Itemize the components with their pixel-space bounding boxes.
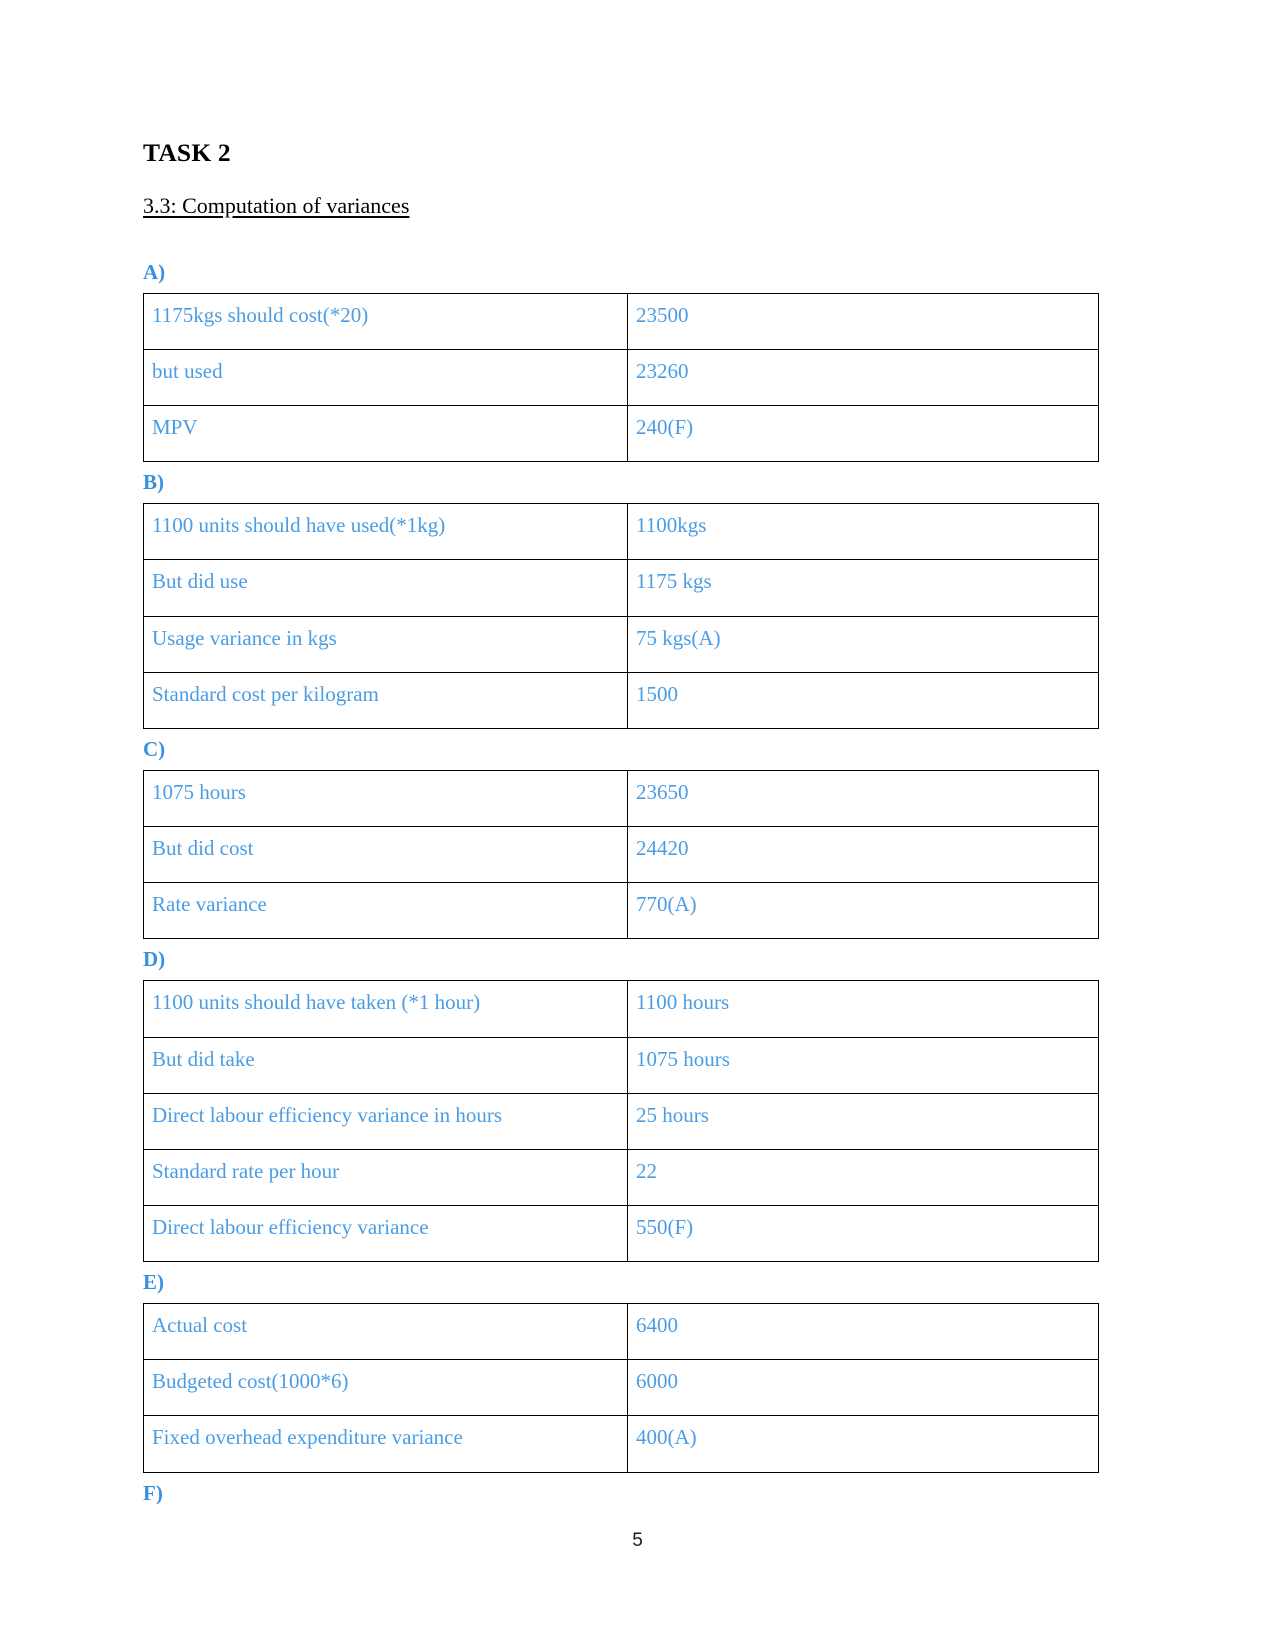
table-cell-value: 550(F) (627, 1204, 1099, 1263)
table-row: but used 23260 (143, 348, 1099, 406)
table-cell-value: 400(A) (627, 1415, 1099, 1473)
table-cell-value: 1100kgs (627, 503, 1099, 561)
table-cell-label: MPV (143, 404, 628, 463)
table-cell-value: 1075 hours (627, 1036, 1099, 1094)
variance-table: 1100 units should have used(*1kg) 1100kgs… (143, 503, 1099, 729)
table-row: 1100 units should have taken (*1 hour) 11… (143, 980, 1099, 1038)
document-page: TASK 2 3.3: Computation of variances A) 1… (0, 0, 1275, 1650)
variance-block: A) 1175kgs should cost(*20) 23500 but used 2… (143, 259, 1099, 463)
variance-table: 1175kgs should cost(*20) 23500 but used 232… (143, 292, 1099, 463)
table-cell-label: Direct labour efficiency variance (143, 1204, 628, 1263)
table-cell-value: 25 hours (627, 1092, 1099, 1150)
variance-block: D) 1100 units should have taken (*1 hour)… (143, 947, 1099, 1263)
table-row: Direct labour efficiency variance 550(F) (143, 1204, 1099, 1263)
table-cell-label: 1100 units should have taken (*1 hour) (143, 980, 628, 1038)
table-row: Fixed overhead expenditure variance 400(A… (143, 1415, 1099, 1473)
section-item-label: E) (143, 1270, 164, 1295)
table-cell-label: But did use (143, 559, 628, 617)
table-row: Standard rate per hour 22 (143, 1148, 1099, 1206)
table-cell-value: 6000 (627, 1359, 1099, 1417)
table-row: Standard cost per kilogram 1500 (143, 671, 1099, 729)
table-cell-value: 770(A) (627, 882, 1099, 940)
table-row: 1175kgs should cost(*20) 23500 (143, 292, 1099, 350)
section-item-label: C) (143, 736, 166, 761)
table-cell-label: Budgeted cost(1000*6) (143, 1359, 628, 1417)
table-cell-label: But did cost (143, 826, 628, 884)
table-cell-value: 6400 (627, 1303, 1099, 1361)
section-item-label: B) (143, 470, 164, 495)
table-cell-value: 1500 (627, 671, 1099, 729)
table-cell-label: Fixed overhead expenditure variance (143, 1415, 628, 1473)
section-item-label: F) (143, 1480, 163, 1505)
table-cell-label: Standard rate per hour (143, 1148, 628, 1206)
table-cell-value: 23500 (627, 292, 1099, 350)
variance-table: Actual cost 6400 Budgeted cost(1000*6) 6000… (143, 1303, 1099, 1473)
table-row: Actual cost 6400 (143, 1303, 1099, 1361)
sections-container: A) 1175kgs should cost(*20) 23500 but used 2… (143, 259, 1099, 1505)
page-content: TASK 2 3.3: Computation of variances A) 1… (143, 138, 1099, 1514)
table-cell-label: 1100 units should have used(*1kg) (143, 503, 628, 561)
table-row: But did cost 24420 (143, 826, 1099, 884)
variance-table: 1100 units should have taken (*1 hour) 11… (143, 980, 1099, 1263)
table-cell-value: 24420 (627, 826, 1099, 884)
table-cell-label: 1075 hours (143, 769, 628, 828)
table-cell-value: 75 kgs(A) (627, 615, 1099, 673)
table-cell-label: but used (143, 348, 628, 406)
table-row: But did take 1075 hours (143, 1036, 1099, 1094)
table-cell-value: 1100 hours (627, 980, 1099, 1038)
table-row: Rate variance 770(A) (143, 882, 1099, 940)
table-cell-label: But did take (143, 1036, 628, 1094)
variance-block: B) 1100 units should have used(*1kg) 1100k… (143, 471, 1099, 729)
section-heading-wrap: 3.3: Computation of variances (143, 193, 1099, 239)
table-cell-label: Direct labour efficiency variance in hou… (143, 1092, 628, 1150)
page-number: 5 (632, 1530, 643, 1551)
table-cell-label: Usage variance in kgs (143, 615, 628, 673)
variance-block: F) (143, 1480, 1099, 1505)
table-cell-value: 240(F) (627, 404, 1099, 463)
table-row: 1100 units should have used(*1kg) 1100kgs (143, 503, 1099, 561)
variance-block: E) Actual cost 6400 Budgeted cost(1000*6) 60… (143, 1270, 1099, 1473)
table-cell-label: 1175kgs should cost(*20) (143, 292, 628, 350)
table-row: Usage variance in kgs 75 kgs(A) (143, 615, 1099, 673)
table-cell-value: 23260 (627, 348, 1099, 406)
table-row: 1075 hours 23650 (143, 769, 1099, 828)
table-cell-value: 1175 kgs (627, 559, 1099, 617)
table-row: But did use 1175 kgs (143, 559, 1099, 617)
table-row: Budgeted cost(1000*6) 6000 (143, 1359, 1099, 1417)
table-cell-label: Rate variance (143, 882, 628, 940)
variance-table: 1075 hours 23650 But did cost 24420 Rate var… (143, 769, 1099, 940)
table-cell-value: 22 (627, 1148, 1099, 1206)
section-item-label: D) (143, 947, 166, 972)
table-cell-label: Actual cost (143, 1303, 628, 1361)
variance-block: C) 1075 hours 23650 But did cost 24420 Rate v… (143, 736, 1099, 940)
table-cell-label: Standard cost per kilogram (143, 671, 628, 729)
section-heading: 3.3: Computation of variances (143, 193, 410, 219)
table-cell-value: 23650 (627, 769, 1099, 828)
page-title: TASK 2 (143, 138, 231, 167)
section-item-label: A) (143, 259, 166, 284)
table-row: Direct labour efficiency variance in hou… (143, 1092, 1099, 1150)
table-row: MPV 240(F) (143, 404, 1099, 463)
